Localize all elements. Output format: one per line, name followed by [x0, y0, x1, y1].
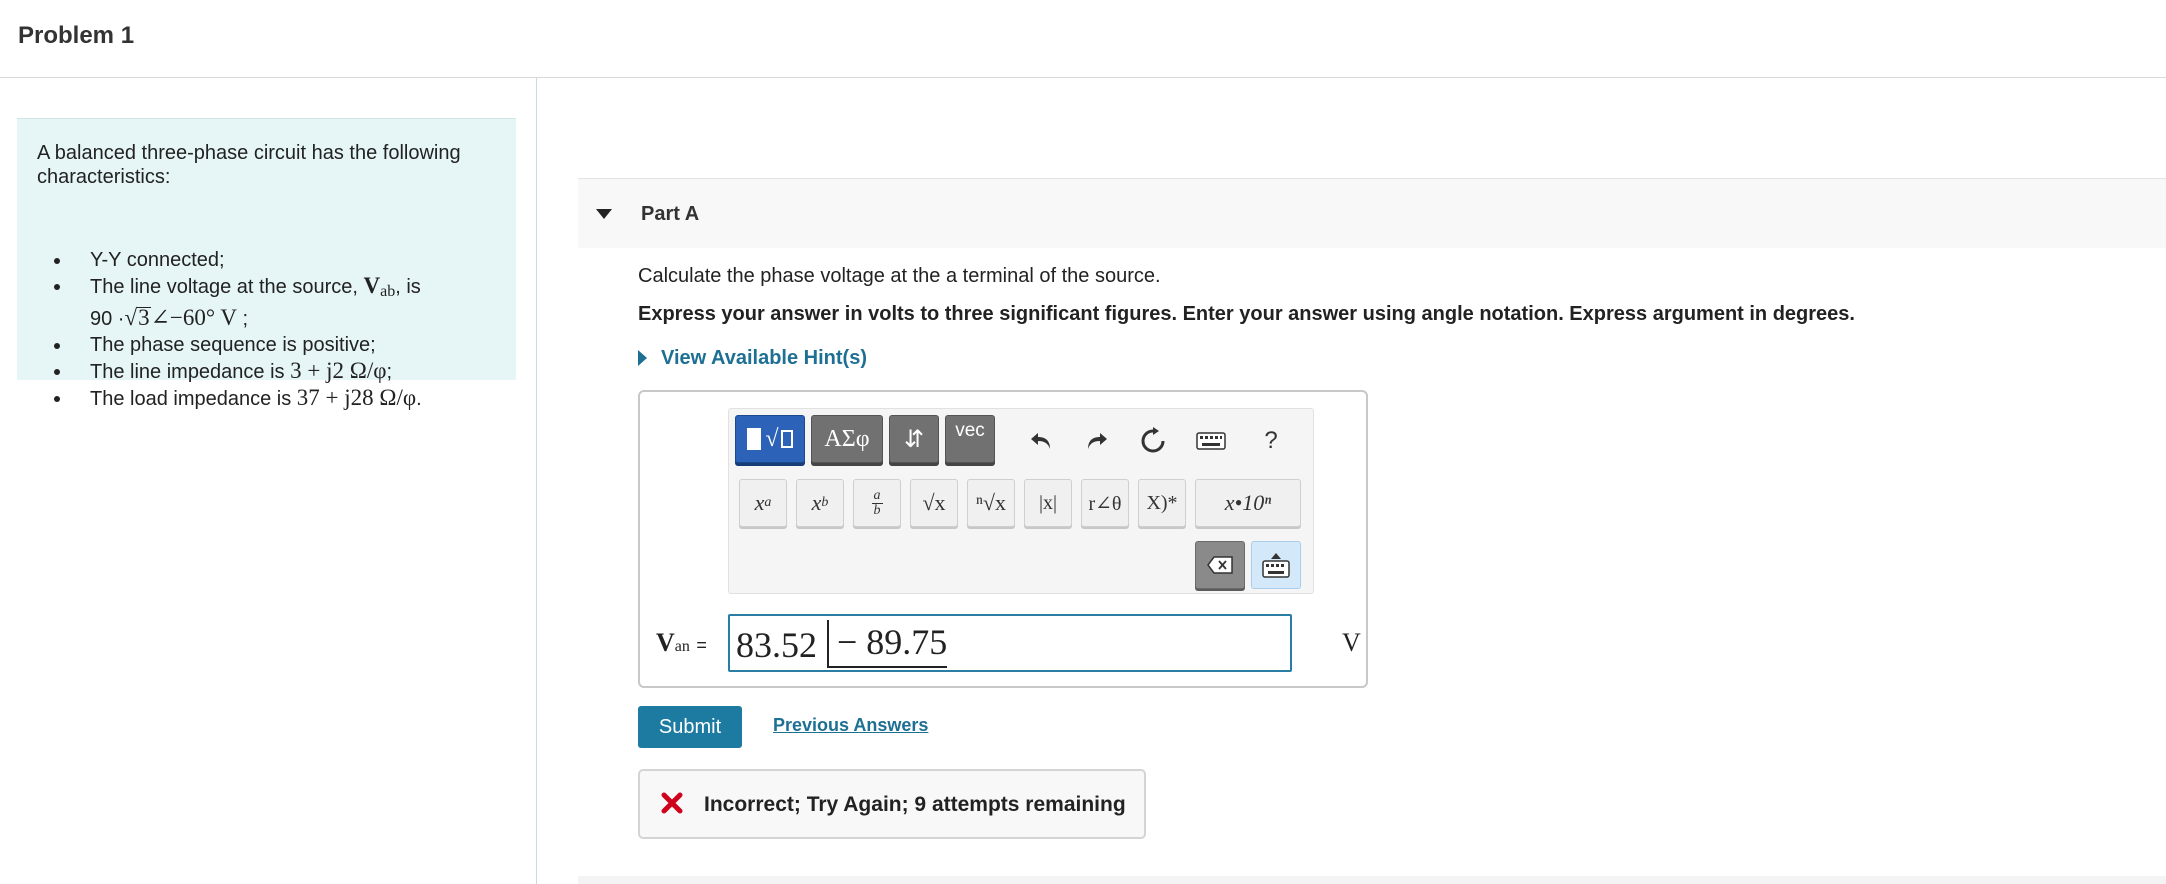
templates-button[interactable]: √ [735, 415, 805, 463]
answer-box: √ ΑΣφ ⇵ vec ? xa xb a b √x ⁿ√x |x| r∠θ X… [638, 390, 1368, 688]
collapse-triangle-icon[interactable] [596, 209, 612, 219]
angle-notation-button[interactable]: r∠θ [1081, 479, 1129, 527]
intro-text: A balanced three-phase circuit has the f… [37, 142, 461, 188]
math-toolbar: √ ΑΣφ ⇵ vec ? xa xb a b √x ⁿ√x |x| r∠θ X… [728, 408, 1314, 594]
question-text: Calculate the phase voltage at the a ter… [638, 265, 1161, 287]
scientific-notation-button[interactable]: x•10ⁿ [1195, 479, 1301, 527]
list-item: The phase sequence is positive; [54, 332, 494, 358]
superscript-button[interactable]: xa [739, 479, 787, 527]
caret-up-icon [1271, 553, 1281, 559]
view-hints-label[interactable]: View Available Hint(s) [661, 347, 867, 370]
template-box-icon [747, 428, 762, 450]
conjugate-button[interactable]: X)* [1138, 479, 1186, 527]
answer-row: Van = 83.52 − 89.75 V [656, 614, 1361, 674]
answer-input[interactable]: 83.52 − 89.75 [728, 614, 1292, 672]
part-a-header[interactable]: Part A [578, 178, 2166, 248]
absolute-value-button[interactable]: |x| [1024, 479, 1072, 527]
nth-root-button[interactable]: ⁿ√x [967, 479, 1015, 527]
list-item: The line impedance is 3 + j2 Ω/φ; [54, 358, 494, 385]
list-item: The line voltage at the source, Vab, is … [54, 273, 494, 332]
keyboard-icon[interactable] [1191, 421, 1231, 461]
part-label: Part A [641, 203, 700, 225]
problem-title: Problem 1 [18, 22, 135, 49]
answer-unit: V [1342, 628, 1361, 657]
list-item: The load impedance is 37 + j28 Ω/φ. [54, 385, 494, 412]
feedback-message: Incorrect; Try Again; 9 attempts remaini… [704, 793, 1126, 816]
characteristics-list: Y-Y connected; The line voltage at the s… [54, 247, 494, 412]
instruction-text: Express your answer in volts to three si… [638, 303, 1855, 325]
reset-icon[interactable] [1133, 421, 1173, 461]
feedback-box: Incorrect; Try Again; 9 attempts remaini… [638, 769, 1146, 839]
problem-header: Problem 1 [0, 0, 2166, 78]
incorrect-x-icon [661, 792, 683, 814]
keyboard-toggle-button[interactable] [1251, 541, 1301, 589]
greek-symbols-button[interactable]: ΑΣφ [811, 415, 883, 463]
intro-box: A balanced three-phase circuit has the f… [17, 118, 516, 410]
backspace-button[interactable] [1195, 541, 1245, 589]
bottom-divider [578, 876, 2166, 884]
help-icon[interactable]: ? [1251, 421, 1291, 461]
answer-magnitude: 83.52 [736, 625, 817, 665]
backspace-icon [1207, 556, 1233, 574]
angle-symbol: − 89.75 [827, 620, 948, 668]
submit-button[interactable]: Submit [638, 706, 742, 748]
keyboard-icon [1262, 560, 1290, 578]
answer-label: Van = [656, 628, 707, 657]
fraction-button[interactable]: a b [853, 479, 901, 527]
redo-icon[interactable] [1077, 421, 1117, 461]
subscript-button[interactable]: xb [796, 479, 844, 527]
intro-column: A balanced three-phase circuit has the f… [0, 78, 537, 884]
previous-answers-link[interactable]: Previous Answers [773, 715, 928, 736]
undo-icon[interactable] [1021, 421, 1061, 461]
list-item: Y-Y connected; [54, 247, 494, 273]
arrows-button[interactable]: ⇵ [889, 415, 939, 463]
vector-button[interactable]: vec [945, 415, 995, 463]
square-root-button[interactable]: √x [910, 479, 958, 527]
template-slot-icon [780, 430, 793, 448]
expand-triangle-icon [638, 350, 647, 366]
answer-argument: − 89.75 [837, 622, 948, 662]
